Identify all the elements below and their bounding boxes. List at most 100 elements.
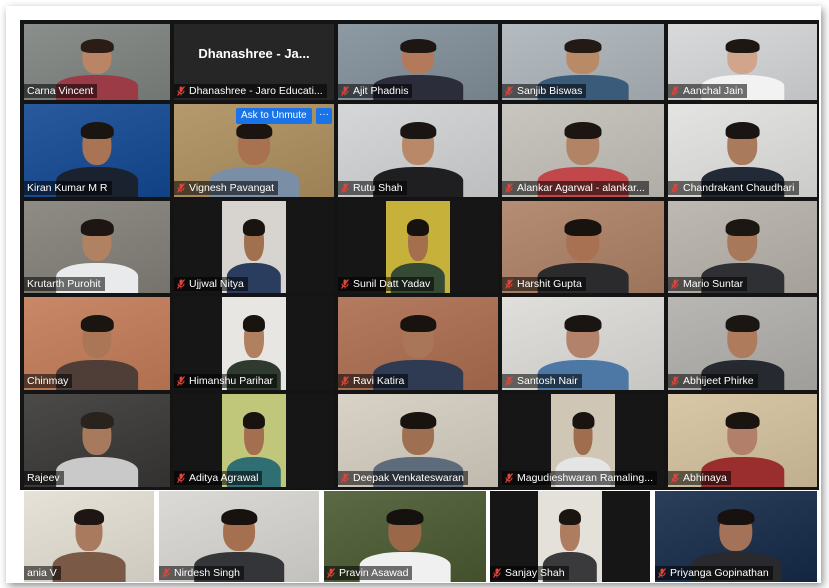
- participant-tile[interactable]: Ravi Katira: [338, 297, 498, 390]
- participant-name: Dhanashree - Jaro Educati...: [189, 85, 323, 97]
- participant-name-label: Rajeev: [24, 471, 64, 485]
- participant-tile[interactable]: Nirdesh Singh: [159, 491, 319, 582]
- participant-tile[interactable]: Alankar Agarwal - alankar...: [502, 104, 664, 197]
- participant-name-label: Mario Suntar: [668, 277, 748, 291]
- participant-tile[interactable]: Santosh Nair: [502, 297, 664, 390]
- participant-name-label: Abhijeet Phirke: [668, 374, 758, 388]
- participant-name: Krutarth Purohit: [27, 278, 101, 290]
- participant-tile[interactable]: Rajeev: [24, 394, 170, 487]
- participant-name: Ajit Phadnis: [353, 85, 409, 97]
- participant-tile[interactable]: Priyanga Gopinathan: [655, 491, 817, 582]
- participant-name: Sunil Datt Yadav: [353, 278, 431, 290]
- participant-name: Mario Suntar: [683, 278, 744, 290]
- participant-name-label: Harshit Gupta: [502, 277, 586, 291]
- participant-name-label: Sanjay Shah: [490, 566, 569, 580]
- video-gallery-grid: Carna Vincent Dhanashree - Ja... Dhanashre…: [20, 20, 819, 582]
- participant-tile[interactable]: Chandrakant Chaudhari: [668, 104, 817, 197]
- participant-tile[interactable]: Rutu Shah: [338, 104, 498, 197]
- muted-microphone-icon: [341, 279, 349, 289]
- participant-tile[interactable]: Ujjwal Nitya: [174, 201, 334, 293]
- muted-microphone-icon: [505, 86, 513, 96]
- participant-tile[interactable]: Abhijeet Phirke: [668, 297, 817, 390]
- participant-name: Kiran Kumar M R: [27, 182, 108, 194]
- participant-tile[interactable]: ania V: [24, 491, 154, 582]
- participant-tile[interactable]: Dhanashree - Ja... Dhanashree - Jaro Educ…: [174, 24, 334, 100]
- participant-tile[interactable]: Harshit Gupta: [502, 201, 664, 293]
- participant-name-label: Kiran Kumar M R: [24, 181, 112, 195]
- participant-video-figure: [52, 507, 126, 582]
- muted-microphone-icon: [341, 473, 349, 483]
- participant-name-label: Vignesh Pavangat: [174, 181, 279, 195]
- participant-name: Magudieshwaran Ramaling...: [517, 472, 653, 484]
- participant-tile[interactable]: Kiran Kumar M R: [24, 104, 170, 197]
- participant-tile[interactable]: Ask to Unmute ··· Vignesh Pavangat: [174, 104, 334, 197]
- participant-name: Ujjwal Nitya: [189, 278, 244, 290]
- participant-name-label: Sunil Datt Yadav: [338, 277, 435, 291]
- participant-tile[interactable]: Chinmay: [24, 297, 170, 390]
- participant-name: Chinmay: [27, 375, 69, 387]
- participant-name: Rajeev: [27, 472, 60, 484]
- participant-tile[interactable]: Deepak Venkateswaran: [338, 394, 498, 487]
- participant-tile[interactable]: Aditya Agrawal: [174, 394, 334, 487]
- participant-tile[interactable]: Aanchal Jain: [668, 24, 817, 100]
- participant-name: Deepak Venkateswaran: [353, 472, 464, 484]
- participant-tile[interactable]: Himanshu Parihar: [174, 297, 334, 390]
- participant-tile[interactable]: Abhinaya: [668, 394, 817, 487]
- participant-name-label: Pravin Asawad: [324, 566, 413, 580]
- participant-name-label: Alankar Agarwal - alankar...: [502, 181, 649, 195]
- muted-microphone-icon: [671, 473, 679, 483]
- participant-name: Santosh Nair: [517, 375, 578, 387]
- ask-to-unmute-button[interactable]: Ask to Unmute: [236, 108, 312, 124]
- muted-microphone-icon: [493, 568, 501, 578]
- muted-microphone-icon: [671, 86, 679, 96]
- muted-microphone-icon: [671, 279, 679, 289]
- participant-name: Carna Vincent: [27, 85, 94, 97]
- participant-name-label: Santosh Nair: [502, 374, 582, 388]
- participant-name: Alankar Agarwal - alankar...: [517, 182, 645, 194]
- participant-name-label: Krutarth Purohit: [24, 277, 105, 291]
- participant-tile[interactable]: Krutarth Purohit: [24, 201, 170, 293]
- participant-video-figure: [56, 411, 138, 487]
- participant-name: Abhijeet Phirke: [683, 375, 754, 387]
- participant-name-label: Himanshu Parihar: [174, 374, 278, 388]
- muted-microphone-icon: [327, 568, 335, 578]
- participant-tile[interactable]: Pravin Asawad: [324, 491, 486, 582]
- participant-tile[interactable]: Sunil Datt Yadav: [338, 201, 498, 293]
- participant-name: Aanchal Jain: [683, 85, 744, 97]
- participant-name: Himanshu Parihar: [189, 375, 274, 387]
- participant-tile[interactable]: Sanjib Biswas: [502, 24, 664, 100]
- participant-name-label: Carna Vincent: [24, 84, 98, 98]
- participant-tile[interactable]: Magudieshwaran Ramaling...: [502, 394, 664, 487]
- more-options-button[interactable]: ···: [316, 108, 332, 124]
- participant-name-label: Abhinaya: [668, 471, 731, 485]
- participant-tile[interactable]: Ajit Phadnis: [338, 24, 498, 100]
- participant-name: Rutu Shah: [353, 182, 403, 194]
- muted-microphone-icon: [177, 183, 185, 193]
- muted-microphone-icon: [658, 568, 666, 578]
- participant-name-label: Sanjib Biswas: [502, 84, 587, 98]
- participant-name: Abhinaya: [683, 472, 727, 484]
- participant-name-label: Ujjwal Nitya: [174, 277, 248, 291]
- participant-display-title: Dhanashree - Ja...: [198, 46, 310, 61]
- muted-microphone-icon: [341, 86, 349, 96]
- muted-microphone-icon: [505, 279, 513, 289]
- participant-tile[interactable]: Carna Vincent: [24, 24, 170, 100]
- muted-microphone-icon: [505, 376, 513, 386]
- muted-microphone-icon: [341, 376, 349, 386]
- participant-tile[interactable]: Sanjay Shah: [490, 491, 650, 582]
- muted-microphone-icon: [162, 568, 170, 578]
- participant-tile[interactable]: Mario Suntar: [668, 201, 817, 293]
- muted-microphone-icon: [671, 376, 679, 386]
- participant-name-label: Aditya Agrawal: [174, 471, 263, 485]
- participant-name: Ravi Katira: [353, 375, 405, 387]
- participant-name: Vignesh Pavangat: [189, 182, 275, 194]
- participant-name: Harshit Gupta: [517, 278, 582, 290]
- muted-microphone-icon: [177, 376, 185, 386]
- participant-name-label: Chandrakant Chaudhari: [668, 181, 799, 195]
- participant-name-label: ania V: [24, 566, 61, 580]
- participant-name-label: Dhanashree - Jaro Educati...: [174, 84, 327, 98]
- participant-name-label: Deepak Venkateswaran: [338, 471, 468, 485]
- participant-name-label: Priyanga Gopinathan: [655, 566, 773, 580]
- muted-microphone-icon: [177, 86, 185, 96]
- participant-name-label: Ravi Katira: [338, 374, 409, 388]
